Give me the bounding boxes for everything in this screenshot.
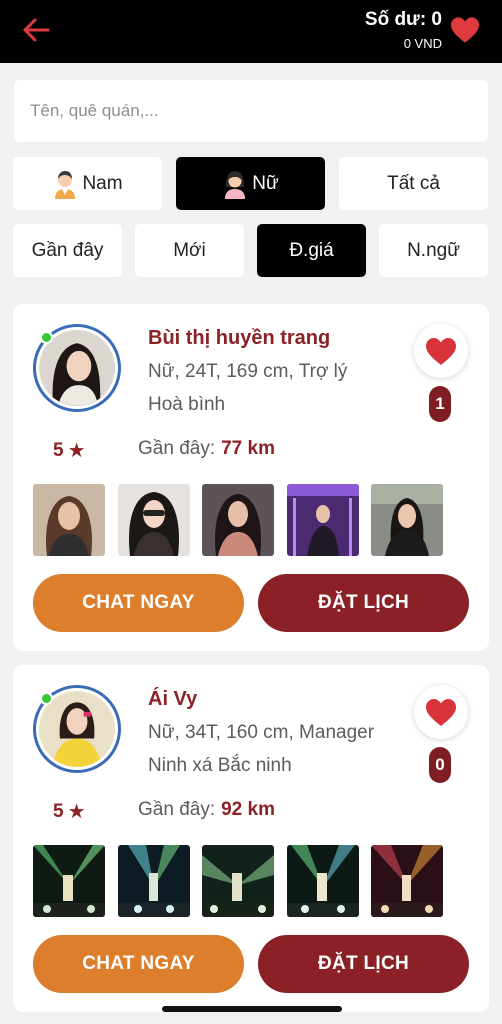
sort-new[interactable]: Mới [135,224,244,277]
distance: Gần đây: 92 km [138,799,275,821]
online-status-dot [40,331,53,344]
search-input[interactable] [14,80,488,142]
distance: Gần đây: 77 km [138,438,275,460]
photo-thumbnail[interactable] [287,845,359,917]
filter-female[interactable]: Nữ [176,157,325,210]
profile-card[interactable]: Bùi thị huyền trang Nữ, 24T, 169 cm, Trợ… [13,304,489,651]
photo-thumbnail[interactable] [118,484,190,556]
filter-male-label: Nam [82,172,123,194]
sort-language-label: N.ngữ [407,239,460,261]
heart-icon [426,337,456,365]
photo-thumbnail[interactable] [202,845,274,917]
profile-name[interactable]: Bùi thị huyền trang [148,327,330,350]
sort-nearby[interactable]: Gần đây [13,224,122,277]
profile-name[interactable]: Ái Vy [148,688,197,711]
heart-icon [426,698,456,726]
online-status-dot [40,692,53,705]
photo-thumbnail[interactable] [33,845,105,917]
star-icon: ★ [67,801,86,823]
book-appointment-button[interactable]: ĐẶT LỊCH [258,574,469,632]
chat-now-button[interactable]: CHAT NGAY [33,935,244,993]
balance-display: Số dư: 0 0 VND [365,9,442,51]
sort-rating[interactable]: Đ.giá [257,224,366,277]
top-bar: Số dư: 0 0 VND [0,0,502,63]
star-icon: ★ [67,440,86,462]
balance-value: 0 VND [403,36,442,51]
favorite-button[interactable] [414,324,468,378]
photo-thumbnail[interactable] [118,845,190,917]
sort-new-label: Mới [173,239,206,261]
sort-language[interactable]: N.ngữ [379,224,488,277]
photo-thumbnail[interactable] [371,484,443,556]
heart-icon[interactable] [450,16,480,44]
book-appointment-button[interactable]: ĐẶT LỊCH [258,935,469,993]
profile-card[interactable]: Ái Vy Nữ, 34T, 160 cm, Manager Ninh xá B… [13,665,489,1012]
like-count: 1 [429,386,451,422]
rating: 5 ★ [53,799,86,824]
profile-details: Nữ, 24T, 169 cm, Trợ lý [148,361,348,382]
photo-thumbnail[interactable] [287,484,359,556]
distance-value: 77 km [221,438,275,459]
profile-details: Nữ, 34T, 160 cm, Manager [148,722,375,743]
filter-female-label: Nữ [252,172,279,194]
sort-nearby-label: Gần đây [31,239,104,261]
photo-thumbnail[interactable] [202,484,274,556]
photo-thumbnail[interactable] [33,484,105,556]
sort-rating-label: Đ.giá [289,239,334,261]
filter-all-label: Tất cả [387,172,440,194]
male-avatar-icon [55,170,76,199]
favorite-button[interactable] [414,685,468,739]
rating-value: 5 [53,800,64,822]
balance-title: Số dư: 0 [364,9,442,30]
female-avatar-icon [225,170,246,199]
chat-now-button[interactable]: CHAT NGAY [33,574,244,632]
distance-value: 92 km [221,799,275,820]
rating-value: 5 [53,439,64,461]
filter-all[interactable]: Tất cả [339,157,488,210]
distance-label: Gần đây: [138,799,216,820]
rating: 5 ★ [53,438,86,463]
profile-location: Hoà bình [148,394,226,415]
arrow-left-icon[interactable] [22,17,50,43]
distance-label: Gần đây: [138,438,216,459]
like-count: 0 [429,747,451,783]
home-indicator [162,1006,342,1012]
filter-male[interactable]: Nam [13,157,162,210]
photo-thumbnail[interactable] [371,845,443,917]
profile-location: Ninh xá Bắc ninh [148,755,292,776]
